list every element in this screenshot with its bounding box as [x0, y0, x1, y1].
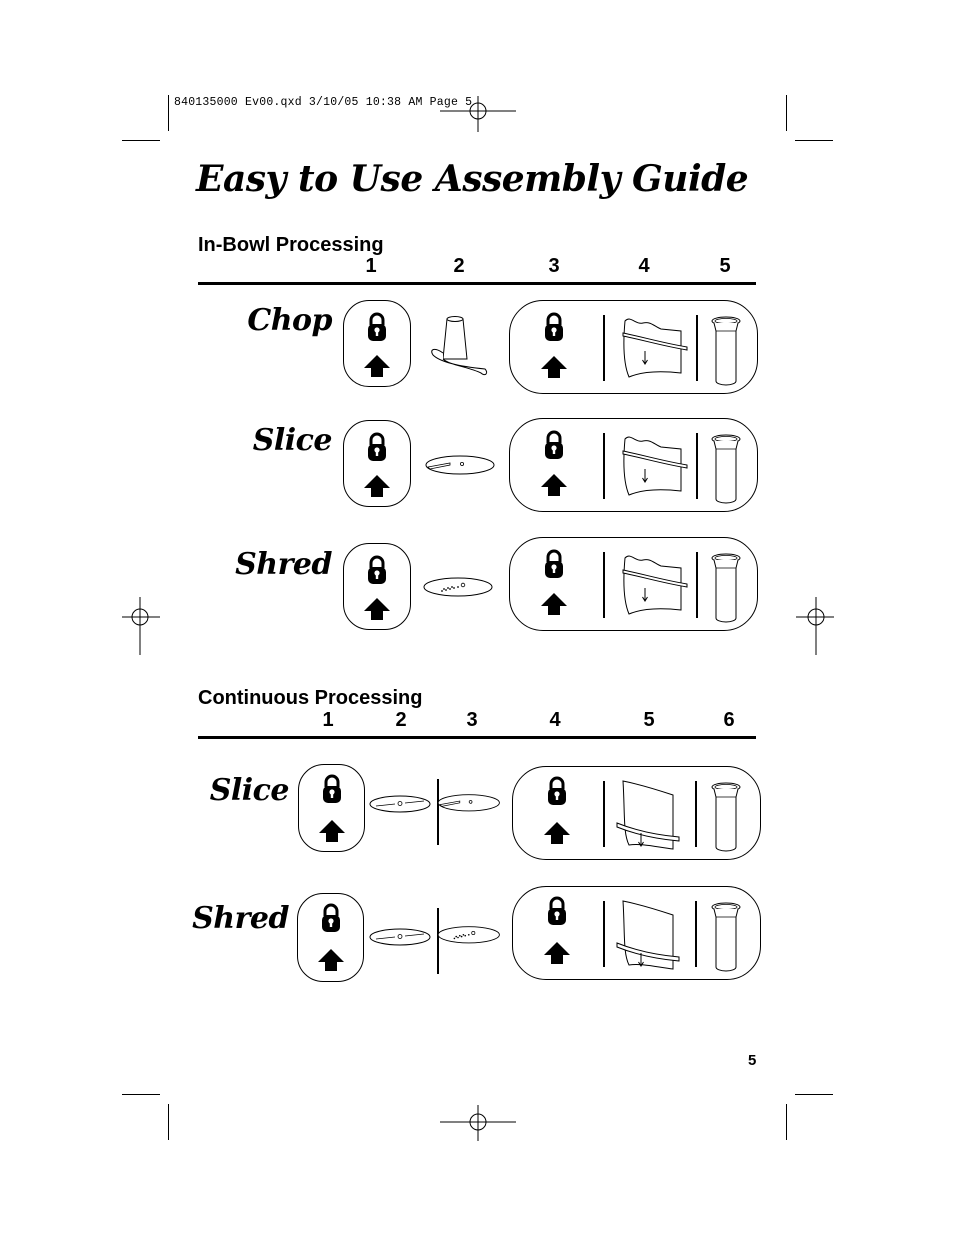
step-lock-pill — [298, 764, 365, 852]
row-label-chop: Chop — [247, 303, 332, 338]
step-lock-pill — [343, 300, 411, 387]
lock-icon — [366, 555, 388, 586]
lock-icon — [543, 549, 565, 580]
lid-icon — [622, 555, 688, 615]
lock-icon — [320, 903, 342, 934]
arrow-up-icon — [364, 598, 390, 620]
section-rule — [198, 736, 756, 739]
arrow-up-icon — [544, 822, 570, 844]
arrow-up-icon — [318, 949, 344, 971]
shredding-disc-icon — [423, 577, 493, 597]
lock-icon — [321, 774, 343, 805]
section-heading-in-bowl: In-Bowl Processing — [198, 234, 384, 256]
page-title: Easy to Use Assembly Guide — [196, 158, 749, 200]
step-assembly-pill — [509, 537, 758, 631]
step-lock-pill — [343, 543, 411, 630]
step-number: 2 — [453, 255, 465, 277]
slicing-disc-icon — [425, 455, 495, 475]
divider — [437, 908, 439, 974]
arrow-up-icon — [364, 355, 390, 377]
slicing-disc-icon — [437, 794, 500, 812]
step-number: 3 — [466, 709, 478, 731]
step-assembly-pill — [509, 300, 758, 394]
arrow-up-icon — [541, 593, 567, 615]
step-assembly-pill — [512, 766, 761, 860]
arrow-up-icon — [541, 474, 567, 496]
lid-icon — [622, 436, 688, 496]
crop-mark — [795, 140, 833, 141]
arrow-up-icon — [544, 942, 570, 964]
arrow-up-icon — [319, 820, 345, 842]
crop-mark — [122, 1094, 160, 1095]
disc-holder-icon — [369, 795, 431, 813]
row-label-shred: Shred — [235, 547, 332, 582]
crop-mark — [168, 1104, 169, 1140]
shredding-disc-icon — [437, 926, 500, 944]
lid-icon — [616, 780, 680, 850]
registration-mark-left — [122, 597, 160, 655]
step-number: 2 — [395, 709, 407, 731]
step-number: 6 — [723, 709, 735, 731]
disc-holder-icon — [369, 928, 431, 946]
row-label-slice: Slice — [209, 773, 290, 808]
step-number: 5 — [719, 255, 731, 277]
row-label-slice: Slice — [252, 423, 333, 458]
step-number: 3 — [548, 255, 560, 277]
food-pusher-icon — [711, 902, 741, 972]
step-assembly-pill — [509, 418, 758, 512]
lock-icon — [366, 312, 388, 343]
food-pusher-icon — [711, 782, 741, 852]
section-heading-continuous: Continuous Processing — [198, 687, 423, 709]
lid-icon — [616, 900, 680, 970]
crop-mark — [795, 1094, 833, 1095]
lock-icon — [546, 896, 568, 927]
row-label-shred: Shred — [192, 901, 289, 936]
step-number: 1 — [322, 709, 334, 731]
food-pusher-icon — [711, 316, 741, 386]
lock-icon — [543, 430, 565, 461]
step-number: 4 — [638, 255, 650, 277]
arrow-up-icon — [364, 475, 390, 497]
step-number: 1 — [365, 255, 377, 277]
step-assembly-pill — [512, 886, 761, 980]
step-number: 4 — [549, 709, 561, 731]
arrow-up-icon — [541, 356, 567, 378]
section-rule — [198, 282, 756, 285]
step-lock-pill — [343, 420, 411, 507]
food-pusher-icon — [711, 434, 741, 504]
print-slug: 840135000 Ev00.qxd 3/10/05 10:38 AM Page… — [174, 96, 473, 109]
step-lock-pill — [297, 893, 364, 982]
crop-mark — [786, 1104, 787, 1140]
lid-icon — [622, 318, 688, 378]
lock-icon — [366, 432, 388, 463]
crop-mark — [122, 140, 160, 141]
step-number: 5 — [643, 709, 655, 731]
divider — [437, 779, 439, 845]
registration-mark-bottom — [440, 1105, 516, 1141]
chopping-blade-icon — [431, 316, 488, 376]
crop-mark — [168, 95, 169, 131]
lock-icon — [546, 776, 568, 807]
registration-mark-right — [796, 597, 834, 655]
food-pusher-icon — [711, 553, 741, 623]
crop-mark — [786, 95, 787, 131]
lock-icon — [543, 312, 565, 343]
page-number: 5 — [748, 1052, 757, 1069]
